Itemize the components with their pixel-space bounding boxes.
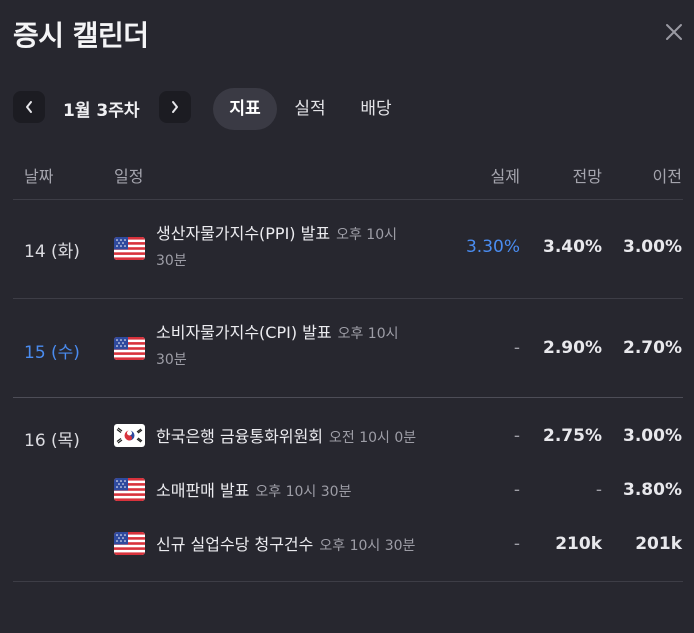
event-cell: 생산자물가지수(PPI) 발표 오후 10시 30분 [156, 220, 456, 273]
forecast-value: - [595, 480, 602, 500]
previous-value: 3.00% [623, 426, 682, 446]
column-forecast: 전망 [572, 167, 602, 186]
forecast-value: 210k [555, 534, 602, 554]
event-name: 신규 실업수당 청구건수 [156, 535, 314, 554]
table-row[interactable]: 14 (화) 생산자물가지수(PPI) 발표 오후 10시 30분 3.30% 3… [0, 220, 694, 290]
event-cell: 신규 실업수당 청구건수 오후 10시 30분 [156, 531, 456, 560]
forecast-value: 2.90% [543, 338, 602, 358]
column-previous: 이전 [652, 167, 682, 186]
tab-indicators[interactable]: 지표 [213, 88, 277, 130]
row-date: 16 (목) [24, 431, 80, 451]
column-date: 날짜 [24, 167, 54, 186]
week-navigation: 1월 3주차 지표 실적 배당 [13, 88, 683, 130]
previous-value: 201k [635, 534, 682, 554]
event-time: 오전 10시 0분 [329, 430, 417, 446]
event-name: 생산자물가지수(PPI) 발표 [156, 224, 331, 243]
page-title: 증시 캘린더 [13, 19, 149, 52]
us-flag-icon [114, 532, 145, 555]
event-time-continued: 30분 [156, 253, 187, 269]
tab-earnings[interactable]: 실적 [285, 88, 335, 130]
us-flag-icon [114, 478, 145, 501]
divider [13, 199, 683, 200]
event-cell: 한국은행 금융통화위원회 오전 10시 0분 [156, 423, 456, 452]
us-flag-icon [114, 337, 145, 360]
event-name: 소매판매 발표 [156, 481, 250, 500]
table-header: 날짜 일정 실제 전망 이전 [0, 163, 694, 187]
event-time: 오후 10시 [336, 227, 397, 243]
event-time: 오후 10시 30분 [319, 538, 416, 554]
previous-value: 3.00% [623, 237, 682, 257]
actual-value: 3.30% [465, 237, 520, 257]
tab-dividends[interactable]: 배당 [351, 88, 401, 130]
chevron-left-icon [26, 101, 32, 113]
previous-value: 3.80% [623, 480, 682, 500]
us-flag-icon [114, 237, 145, 260]
table-row[interactable]: 신규 실업수당 청구건수 오후 10시 30분 - 210k 201k [0, 532, 694, 560]
actual-value: - [513, 338, 520, 358]
event-name: 소비자물가지수(CPI) 발표 [156, 323, 332, 342]
week-label: 1월 3주차 [63, 101, 140, 121]
kr-flag-icon [114, 424, 145, 447]
actual-value: - [513, 480, 520, 500]
forecast-value: 3.40% [543, 237, 602, 257]
row-date: 14 (화) [24, 242, 80, 262]
chevron-right-icon [172, 101, 178, 113]
next-week-button[interactable] [159, 91, 191, 123]
column-event: 일정 [114, 167, 144, 186]
table-row[interactable]: 15 (수) 소비자물가지수(CPI) 발표 오후 10시 30분 - 2.90%… [0, 319, 694, 389]
table-row[interactable]: 16 (목) 한국은행 금융통화위원회 오전 10시 0분 - 2.75% 3.0… [0, 424, 694, 452]
column-actual: 실제 [490, 167, 520, 186]
table-row[interactable]: 소매판매 발표 오후 10시 30분 - - 3.80% [0, 478, 694, 506]
event-cell: 소비자물가지수(CPI) 발표 오후 10시 30분 [156, 319, 456, 372]
actual-value: - [513, 534, 520, 554]
event-time-continued: 30분 [156, 352, 187, 368]
previous-week-button[interactable] [13, 91, 45, 123]
event-name: 한국은행 금융통화위원회 [156, 427, 324, 446]
actual-value: - [513, 426, 520, 446]
event-cell: 소매판매 발표 오후 10시 30분 [156, 477, 456, 506]
divider [13, 298, 683, 299]
close-icon[interactable] [664, 22, 684, 42]
event-time: 오후 10시 30분 [255, 484, 352, 500]
divider [13, 581, 683, 582]
row-date-today: 15 (수) [24, 343, 80, 363]
forecast-value: 2.75% [543, 426, 602, 446]
day-divider [13, 397, 683, 398]
event-time: 오후 10시 [337, 326, 399, 342]
previous-value: 2.70% [623, 338, 682, 358]
